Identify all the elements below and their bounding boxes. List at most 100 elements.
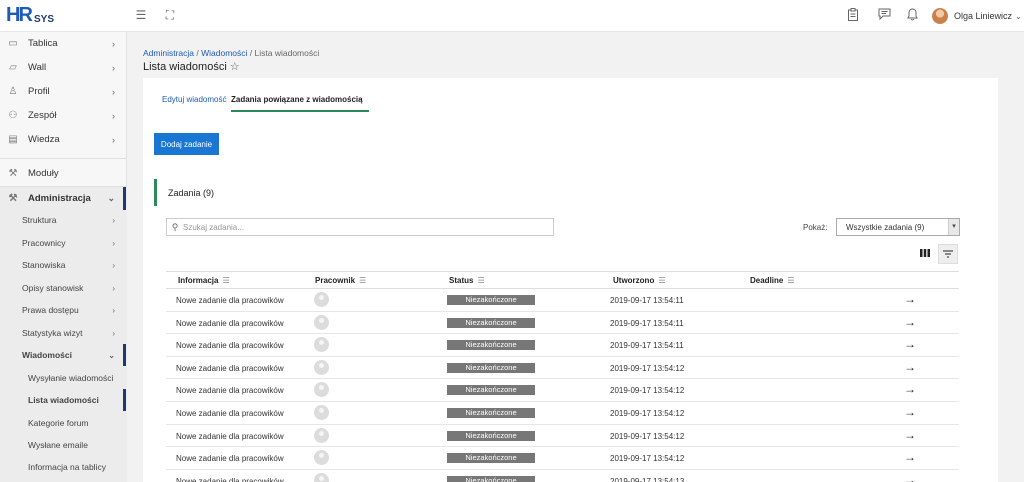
- row-info: Nowe zadanie dla pracowików: [176, 431, 284, 441]
- breadcrumb-administracja[interactable]: Administracja: [143, 48, 194, 58]
- section-title: Zadania (9): [154, 179, 214, 206]
- sort-icon: ☰: [477, 276, 485, 285]
- columns-view-icon[interactable]: [916, 244, 934, 262]
- fullscreen-icon[interactable]: ⛶: [163, 8, 177, 22]
- arrow-right-icon[interactable]: →: [904, 405, 916, 419]
- arrow-right-icon[interactable]: →: [904, 473, 916, 482]
- status-badge: Niezakończone: [447, 295, 535, 305]
- sidebar-sub-struktura[interactable]: Struktura ›: [0, 209, 127, 231]
- row-created: 2019-09-17 13:54:11: [610, 296, 684, 305]
- sidebar-sub-label: Statystyka wizyt: [22, 328, 83, 338]
- column-header-pracownik[interactable]: Pracownik ☰: [315, 276, 366, 285]
- row-info: Nowe zadanie dla pracowików: [176, 296, 284, 305]
- status-badge: Niezakończone: [447, 430, 535, 441]
- sidebar-item-administracja[interactable]: ⚒ Administracja ⌄: [0, 187, 127, 210]
- breadcrumb-wiadomosci[interactable]: Wiadomości: [201, 48, 247, 58]
- table-row[interactable]: Nowe zadanie dla pracowików Niezakończone…: [166, 379, 959, 402]
- sidebar-sub-label: Prawa dostępu: [22, 305, 79, 315]
- user-menu[interactable]: Olga Liniewicz ⌄: [932, 7, 1022, 25]
- clipboard-icon[interactable]: [846, 8, 860, 22]
- avatar: [314, 314, 329, 330]
- sidebar-divider: [0, 158, 127, 159]
- sidebar-sub-statystyka-wizyt[interactable]: Statystyka wizyt ›: [0, 322, 127, 344]
- header-label: Status: [449, 276, 474, 285]
- sidebar-item-wiedza[interactable]: ▤ Wiedza ›: [0, 128, 127, 151]
- sidebar-sub-stanowiska[interactable]: Stanowiska ›: [0, 254, 127, 276]
- arrow-right-icon[interactable]: →: [904, 450, 916, 464]
- search-box[interactable]: ⚲ Szukaj zadania...: [166, 218, 554, 236]
- table-row[interactable]: Nowe zadanie dla pracowików Niezakończone…: [166, 334, 959, 357]
- table-row[interactable]: Nowe zadanie dla pracowików Niezakończone…: [166, 402, 959, 425]
- header-label: Utworzono: [613, 276, 655, 285]
- sidebar-item-tablica[interactable]: ▭ Tablica ›: [0, 32, 127, 55]
- column-header-deadline[interactable]: Deadline ☰: [750, 276, 795, 285]
- table-row[interactable]: Nowe zadanie dla pracowików Niezakończone…: [166, 447, 959, 470]
- chat-icon: ▱: [9, 62, 17, 73]
- search-input[interactable]: Szukaj zadania...: [183, 223, 244, 232]
- table-row[interactable]: Nowe zadanie dla pracowików Niezakończone…: [166, 470, 959, 482]
- sidebar-sub-kategorie-forum[interactable]: Kategorie forum: [0, 412, 127, 434]
- table-row[interactable]: Nowe zadanie dla pracowików Niezakończone…: [166, 289, 959, 312]
- chat-icon[interactable]: [877, 8, 891, 22]
- add-task-button[interactable]: Dodaj zadanie: [154, 133, 219, 155]
- sidebar-sub-wyslane-emaile[interactable]: Wysłane emaile: [0, 434, 127, 456]
- sidebar-item-profil[interactable]: ♙ Profil ›: [0, 80, 127, 103]
- table-row[interactable]: Nowe zadanie dla pracowików Niezakończone…: [166, 312, 959, 335]
- avatar: [314, 292, 329, 307]
- row-created: 2019-09-17 13:54:13: [610, 476, 685, 482]
- wrench-icon: ⚒: [8, 193, 18, 204]
- user-name: Olga Liniewicz: [954, 11, 1013, 21]
- sidebar-item-moduly[interactable]: ⚒ Moduły: [0, 162, 127, 185]
- page-title: Lista wiadomości ☆: [143, 60, 240, 73]
- status-badge: Niezakończone: [447, 340, 535, 351]
- tab-related-tasks[interactable]: Zadania powiązane z wiadomością: [231, 95, 369, 112]
- chevron-right-icon: ›: [112, 305, 115, 315]
- chevron-right-icon: ›: [112, 283, 115, 293]
- tab-edit-message[interactable]: Edytuj wiadomość: [162, 95, 226, 110]
- sidebar-sub-label: Struktura: [22, 215, 57, 225]
- arrow-right-icon[interactable]: →: [904, 428, 916, 442]
- status-badge: Niezakończone: [447, 317, 535, 328]
- book-icon: ▤: [8, 134, 18, 145]
- arrow-right-icon[interactable]: →: [904, 360, 916, 374]
- arrow-right-icon[interactable]: →: [904, 337, 916, 351]
- sidebar-sub-label: Kategorie forum: [28, 418, 89, 428]
- chevron-right-icon: ›: [112, 238, 115, 248]
- star-icon[interactable]: ☆: [230, 61, 240, 73]
- arrow-right-icon[interactable]: →: [904, 315, 916, 329]
- sidebar-sub-lista-wiadomosci[interactable]: Lista wiadomości: [0, 389, 127, 411]
- column-header-utworzono[interactable]: Utworzono ☰: [613, 276, 666, 285]
- status-badge: Niezakończone: [447, 408, 535, 418]
- sidebar-sub-pracownicy[interactable]: Pracownicy ›: [0, 232, 127, 254]
- row-created: 2019-09-17 13:54:12: [610, 409, 685, 418]
- sidebar: ▭ Tablica › ▱ Wall › ♙ Profil › ⚇ Zespół…: [0, 32, 127, 482]
- arrow-right-icon[interactable]: →: [904, 382, 916, 396]
- chevron-down-icon: ⌄: [108, 350, 115, 360]
- sidebar-item-label: Zespół: [28, 110, 57, 121]
- sidebar-sub-wysylanie-wiadomosci[interactable]: Wysyłanie wiadomości: [0, 367, 127, 389]
- filter-select[interactable]: Wszystkie zadania (9) ▾: [836, 218, 960, 236]
- sidebar-sub-informacja-na-tablicy[interactable]: Informacja na tablicy: [0, 456, 127, 478]
- column-header-informacja[interactable]: Informacja ☰: [178, 276, 230, 285]
- sidebar-sub-label: Wiadomości: [22, 350, 72, 360]
- status-badge: Niezakończone: [447, 475, 535, 482]
- sidebar-sub-opisy-stanowisk[interactable]: Opisy stanowisk ›: [0, 277, 127, 299]
- filter-icon[interactable]: [938, 244, 958, 264]
- breadcrumb-separator: /: [247, 48, 255, 58]
- bell-icon[interactable]: [905, 8, 919, 22]
- wrench-icon: ⚒: [8, 168, 18, 179]
- sidebar-item-zespol[interactable]: ⚇ Zespół ›: [0, 104, 127, 127]
- sidebar-sub-prawa-dostepu[interactable]: Prawa dostępu ›: [0, 299, 127, 321]
- user-icon: ♙: [8, 86, 18, 97]
- sidebar-item-wall[interactable]: ▱ Wall ›: [0, 56, 127, 79]
- table-row[interactable]: Nowe zadanie dla pracowików Niezakończone…: [166, 425, 959, 448]
- arrow-right-icon[interactable]: →: [904, 292, 916, 306]
- row-created: 2019-09-17 13:54:12: [610, 454, 685, 464]
- sidebar-sub-wiadomosci[interactable]: Wiadomości ⌄: [0, 344, 127, 366]
- row-created: 2019-09-17 13:54:11: [610, 341, 684, 351]
- column-header-status[interactable]: Status ☰: [449, 276, 485, 285]
- logo-main: HR: [6, 4, 33, 26]
- table-row[interactable]: Nowe zadanie dla pracowików Niezakończone…: [166, 357, 959, 380]
- logo[interactable]: HR SYS: [6, 5, 66, 27]
- hamburger-icon[interactable]: ☰: [134, 8, 148, 22]
